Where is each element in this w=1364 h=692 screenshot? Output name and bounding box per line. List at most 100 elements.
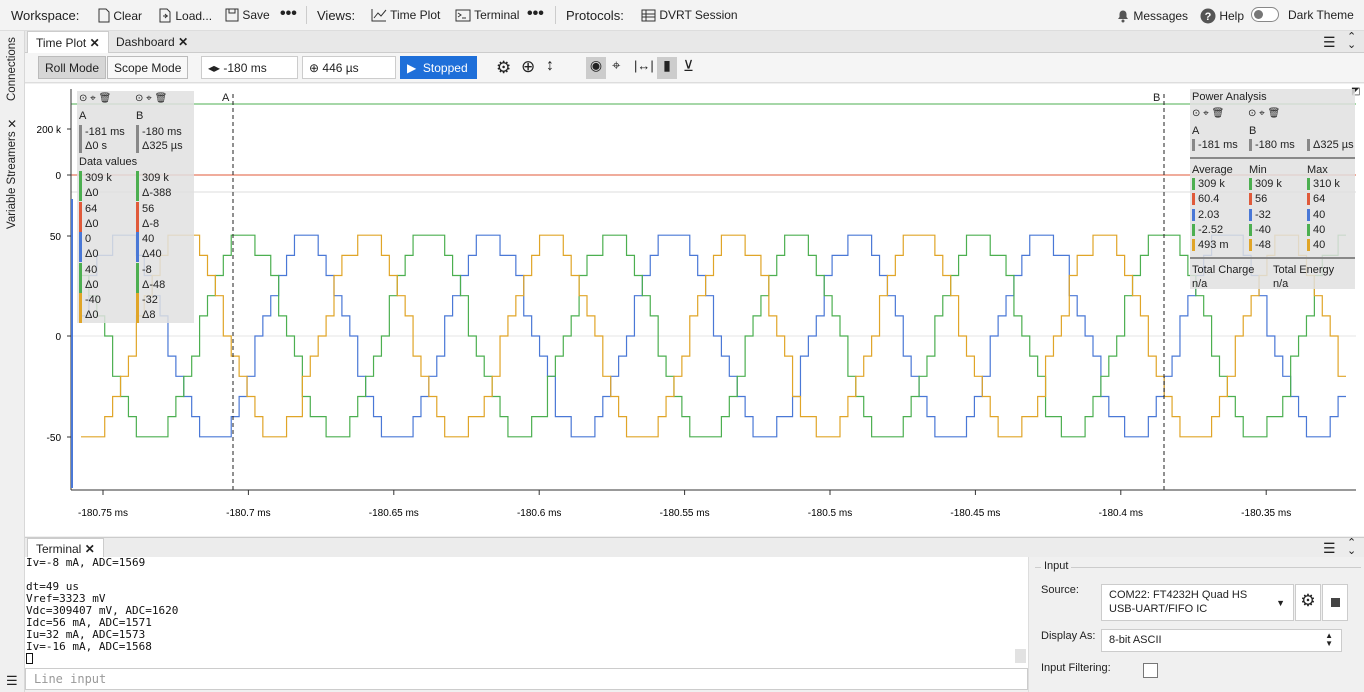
run-stop-button[interactable]: ▶ Stopped xyxy=(400,56,477,79)
tab-time-plot[interactable]: Time Plot ✕ xyxy=(27,31,109,53)
tab-label: Time Plot xyxy=(36,36,87,50)
data-values-label: Data values xyxy=(79,156,138,168)
terminal-line: Iv=-16 mA, ADC=1568 xyxy=(26,640,152,653)
pa-min: -32 xyxy=(1249,208,1271,221)
cursor-b-tools-icon[interactable]: ⊙ ⌖ 🗑 xyxy=(135,93,167,104)
offset-icon: ◂▸ xyxy=(208,61,221,75)
cursor-a-title: A xyxy=(79,110,87,122)
terminal-line: Vdc=309407 mV, ADC=1620 xyxy=(26,604,179,617)
help-icon: ? xyxy=(1200,8,1216,24)
cursor-b-time-value: -180 ms xyxy=(142,126,182,138)
menu-icon[interactable]: ☰ xyxy=(1323,540,1336,557)
cursor-b-label[interactable]: B xyxy=(1153,92,1160,104)
y-tick-label: 50 xyxy=(50,232,62,243)
gear-icon[interactable]: ⚙ xyxy=(1295,584,1321,621)
view-time-plot-button[interactable]: Time Plot xyxy=(371,8,440,22)
cursor-b-value-text: 309 k xyxy=(142,172,169,184)
plot-canvas[interactable]: 200 k 0 50 0 -50 -180.75 ms -180.7 ms -180.65 m… xyxy=(25,84,1364,536)
close-icon[interactable]: ✕ xyxy=(90,36,100,50)
display-as-select[interactable]: 8-bit ASCII ▲ ▼ xyxy=(1101,629,1342,652)
cursor-a-tools-icon[interactable]: ⊙ ⌖ 🗑 xyxy=(79,93,111,104)
play-icon: ▶ xyxy=(407,61,417,75)
cursor-b-value-text: -32 xyxy=(142,294,158,306)
line-input-placeholder: Line input xyxy=(34,672,107,686)
close-icon[interactable]: ✕ xyxy=(178,35,188,49)
pa-min: -48 xyxy=(1249,239,1271,252)
cursor-a-tools-icon[interactable]: ⊙ ⌖ 🗑 xyxy=(1192,108,1224,119)
file-icon xyxy=(98,8,110,23)
close-icon[interactable]: ✕ xyxy=(85,542,95,556)
time-offset-input[interactable]: ◂▸ -180 ms xyxy=(201,56,298,79)
time-plot-area[interactable]: 200 k 0 50 0 -50 -180.75 ms -180.7 ms -180.65 m… xyxy=(25,84,1364,536)
pa-average: 60.4 xyxy=(1192,193,1219,206)
connections-tab[interactable]: Connections xyxy=(6,37,18,101)
input-filtering-label: Input Filtering: xyxy=(1041,662,1111,674)
expand-collapse-icon[interactable]: ⌃ ⌄ xyxy=(1347,538,1356,557)
chart-line-icon xyxy=(371,9,387,22)
cursor-span-icon[interactable]: |↔| xyxy=(634,58,654,73)
menu-icon[interactable]: ☰ xyxy=(1323,34,1336,51)
clipboard-icon[interactable]: ▮ xyxy=(657,57,677,79)
dark-theme-toggle[interactable] xyxy=(1251,7,1279,22)
variable-streamers-tab[interactable]: Variable Streamers xyxy=(6,131,18,229)
pa-max: 40 xyxy=(1307,208,1325,221)
roll-mode-button[interactable]: Roll Mode xyxy=(38,56,107,79)
tab-label: Dashboard xyxy=(116,35,175,49)
x-tick-label: -180.5 ms xyxy=(808,508,852,519)
menu-icon[interactable]: ☰ xyxy=(6,673,18,689)
help-button[interactable]: ? Help xyxy=(1200,8,1244,24)
load-button[interactable]: Load... xyxy=(158,8,212,23)
messages-button[interactable]: Messages xyxy=(1116,8,1188,23)
scrollbar-thumb[interactable] xyxy=(1015,649,1026,663)
cursor-values-panel: ⊙ ⌖ 🗑 ⊙ ⌖ 🗑 A B -181 ms Δ0 s -180 ms Δ325 … xyxy=(77,91,194,323)
pa-min: -40 xyxy=(1249,223,1271,236)
x-tick-label: -180.35 ms xyxy=(1241,508,1291,519)
views-more-icon[interactable]: ••• xyxy=(527,5,544,23)
save-button[interactable]: Save xyxy=(225,8,270,22)
time-plot-label: Time Plot xyxy=(390,8,441,22)
cursor-b-delta: Δ325 µs xyxy=(142,140,183,152)
workspace-more-icon[interactable]: ••• xyxy=(280,5,297,23)
expand-collapse-icon[interactable]: ⌃ ⌄ xyxy=(1347,32,1356,51)
cursor-b-tools-icon[interactable]: ⊙ ⌖ 🗑 xyxy=(1248,108,1280,119)
tab-terminal[interactable]: Terminal ✕ xyxy=(27,538,104,558)
eye-icon[interactable]: ◉ xyxy=(586,57,606,79)
clear-button[interactable]: Clear xyxy=(98,8,142,23)
pa-max: 310 k xyxy=(1307,178,1340,190)
gear-icon[interactable]: ⚙ xyxy=(496,58,511,78)
load-icon xyxy=(159,8,171,23)
cursor-a-value-text: 309 k xyxy=(85,172,112,184)
total-energy-value: n/a xyxy=(1273,278,1289,290)
dvrt-session-button[interactable]: DVRT Session xyxy=(641,8,738,22)
stop-button[interactable] xyxy=(1322,584,1348,621)
cursor-a-delta: Δ0 s xyxy=(85,140,108,152)
scope-mode-button[interactable]: Scope Mode xyxy=(107,56,189,79)
vertical-autoscale-icon[interactable]: ↕ xyxy=(546,57,554,75)
download-icon[interactable]: ⊻ xyxy=(683,57,694,75)
view-terminal-button[interactable]: Terminal xyxy=(455,8,519,22)
cursor-b-value-delta: Δ-8 xyxy=(142,217,160,230)
close-icon[interactable]: ✕ xyxy=(7,117,17,131)
cursor-b-value-text: -8 xyxy=(142,263,152,276)
pa-average: -2.52 xyxy=(1192,223,1223,236)
cursor-a-value-delta: Δ0 xyxy=(85,217,99,230)
marker-icon[interactable]: ⌖ xyxy=(612,57,620,74)
bell-icon xyxy=(1118,10,1128,23)
terminal-output[interactable]: Iv=-8 mA, ADC=1569 dt=49 us Vref=3323 mV Vd… xyxy=(25,557,1028,668)
cursor-b-value-delta: Δ-388 xyxy=(142,187,172,199)
time-scale-value: 446 µs xyxy=(322,61,359,75)
time-scale-input[interactable]: ⊕ 446 µs xyxy=(302,56,396,79)
save-icon xyxy=(225,8,239,22)
cursor-a-time: -181 ms Δ0 s xyxy=(79,125,125,153)
total-charge-label: Total Charge xyxy=(1192,264,1255,276)
tab-dashboard[interactable]: Dashboard ✕ xyxy=(108,31,196,53)
source-select[interactable]: COM22: FT4232H Quad HS USB-UART/FIFO IC ▼ xyxy=(1101,584,1294,621)
run-state-label: Stopped xyxy=(422,61,468,75)
input-filtering-checkbox[interactable] xyxy=(1143,663,1158,678)
pa-b-time: -180 ms xyxy=(1249,139,1295,151)
pa-header-average: Average xyxy=(1192,164,1233,176)
crosshair-icon[interactable]: ⊕ xyxy=(521,57,535,77)
line-input[interactable]: Line input xyxy=(25,668,1028,690)
cursor-a-label[interactable]: A xyxy=(222,92,229,104)
